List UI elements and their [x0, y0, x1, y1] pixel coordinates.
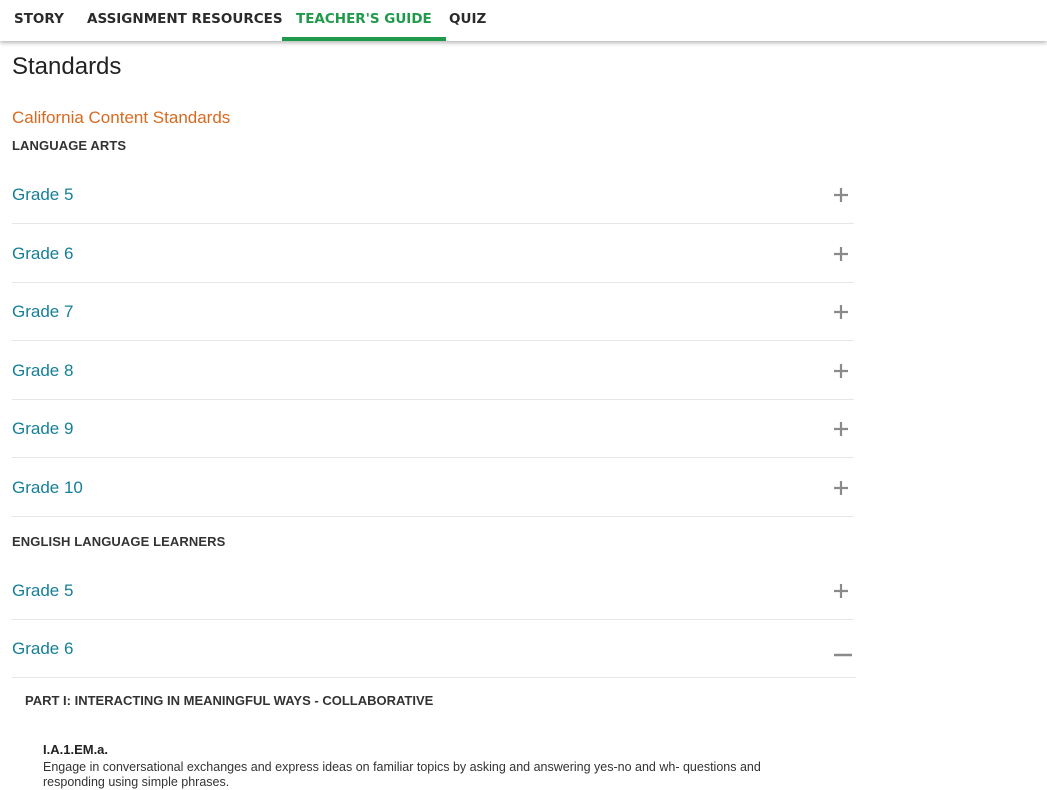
- standard-code: I.A.1.EM.a.: [43, 742, 109, 757]
- accordion-label: Grade 5: [12, 580, 74, 600]
- page-title: Standards: [12, 53, 122, 80]
- tab-story[interactable]: STORY: [0, 0, 78, 41]
- accordion-ell-grade-6[interactable]: Grade 6: [12, 620, 856, 678]
- accordion-label: Grade 6: [12, 243, 74, 263]
- accordion-ell-grade-5[interactable]: Grade 5: [12, 562, 854, 620]
- accordion-language-arts-grade-8[interactable]: Grade 8: [12, 342, 854, 400]
- accordion-label: Grade 9: [12, 418, 74, 438]
- accordion-language-arts-grade-10[interactable]: Grade 10: [12, 459, 854, 517]
- tab-teachers-guide[interactable]: TEACHER'S GUIDE: [282, 0, 446, 41]
- accordion-label: Grade 8: [12, 360, 74, 380]
- standards-set-title: California Content Standards: [12, 108, 231, 127]
- accordion-label: Grade 5: [12, 184, 74, 204]
- minus-icon[interactable]: [832, 644, 854, 666]
- plus-icon[interactable]: [830, 301, 852, 323]
- tab-assignment-resources[interactable]: ASSIGNMENT RESOURCES: [73, 0, 297, 41]
- plus-icon[interactable]: [830, 477, 852, 499]
- accordion-label: Grade 6: [12, 638, 74, 658]
- accordion-label: Grade 7: [12, 301, 74, 321]
- part-heading: PART I: INTERACTING IN MEANINGFUL WAYS -…: [25, 693, 434, 708]
- plus-icon[interactable]: [830, 243, 852, 265]
- accordion-language-arts-grade-7[interactable]: Grade 7: [12, 283, 854, 341]
- accordion-language-arts-grade-5[interactable]: Grade 5: [12, 166, 854, 224]
- plus-icon[interactable]: [830, 360, 852, 382]
- standard-description: Engage in conversational exchanges and e…: [43, 760, 761, 789]
- section-heading-english-language-learners: ENGLISH LANGUAGE LEARNERS: [12, 534, 226, 549]
- plus-icon[interactable]: [830, 418, 852, 440]
- plus-icon[interactable]: [830, 580, 852, 602]
- accordion-language-arts-grade-6[interactable]: Grade 6: [12, 225, 854, 283]
- plus-icon[interactable]: [830, 184, 852, 206]
- accordion-label: Grade 10: [12, 477, 83, 497]
- top-nav: STORY ASSIGNMENT RESOURCES TEACHER'S GUI…: [0, 0, 1047, 41]
- tab-quiz[interactable]: QUIZ: [435, 0, 500, 41]
- accordion-language-arts-grade-9[interactable]: Grade 9: [12, 400, 854, 458]
- section-heading-language-arts: LANGUAGE ARTS: [12, 138, 127, 153]
